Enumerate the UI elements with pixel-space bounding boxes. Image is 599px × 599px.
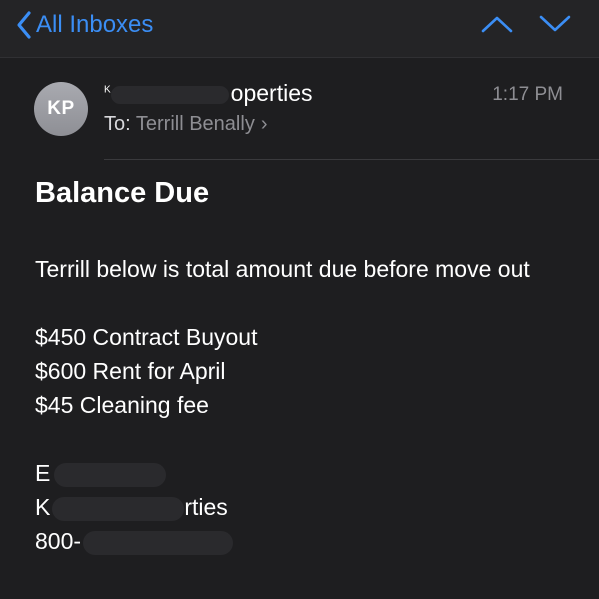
signature-line-1: E — [35, 456, 555, 490]
avatar-initials: KP — [47, 98, 75, 119]
signature-line-3: 800- — [35, 524, 555, 558]
email-view: All Inboxes KP Koperties 1:17 PM To: Ter… — [0, 0, 599, 599]
chevron-right-icon[interactable]: › — [261, 113, 268, 135]
recipient-name[interactable]: Terrill Benally — [136, 113, 255, 135]
redacted-signature-phone — [83, 530, 234, 555]
redacted-signature-name — [54, 462, 167, 487]
header-divider — [104, 159, 599, 160]
top-navigation-bar: All Inboxes — [0, 0, 599, 58]
redacted-signature-company — [52, 496, 185, 521]
signature-company-prefix: K — [35, 494, 51, 520]
message-time: 1:17 PM — [492, 84, 563, 105]
line-item: $600 Rent for April — [35, 358, 226, 384]
signature-line-2: Krties — [35, 490, 555, 524]
previous-message-button[interactable] — [479, 10, 515, 38]
email-subject: Balance Due — [35, 177, 210, 209]
chevron-left-icon — [17, 11, 31, 39]
email-body: Terrill below is total amount due before… — [35, 252, 555, 558]
recipient-line: To: Terrill Benally › — [104, 113, 268, 136]
signature-phone-prefix[interactable]: 800- — [35, 528, 81, 554]
sender-name[interactable]: Koperties — [104, 80, 313, 107]
back-to-inboxes-button[interactable]: All Inboxes — [16, 8, 153, 42]
sender-name-suffix: operties — [230, 80, 313, 106]
body-intro: Terrill below is total amount due before… — [35, 256, 530, 282]
to-label: To: — [104, 113, 131, 135]
chevron-up-icon — [481, 16, 513, 33]
sender-name-prefix: K — [104, 84, 111, 96]
line-item: $45 Cleaning fee — [35, 392, 209, 418]
signature-name-prefix: E — [35, 460, 51, 486]
signature-company-suffix: rties — [184, 494, 228, 520]
line-item: $450 Contract Buyout — [35, 324, 258, 350]
sender-avatar[interactable]: KP — [34, 82, 88, 136]
message-navigation — [479, 10, 573, 38]
chevron-down-icon — [539, 15, 571, 32]
back-button-label: All Inboxes — [36, 11, 154, 38]
redacted-sender-block — [110, 85, 229, 104]
next-message-button[interactable] — [537, 10, 573, 38]
